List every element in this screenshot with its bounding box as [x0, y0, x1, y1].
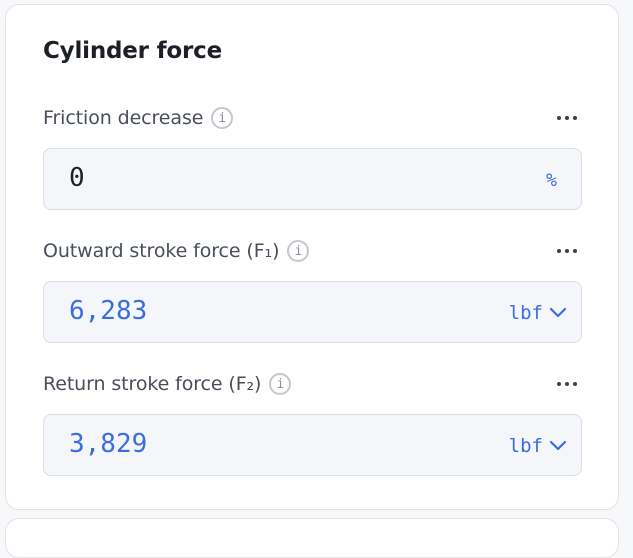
return-stroke-force-input[interactable]: 3,829 lbf	[43, 414, 582, 476]
next-card	[5, 518, 619, 558]
more-options-icon[interactable]	[552, 112, 582, 124]
outward-stroke-force-label: Outward stroke force (F₁)	[43, 240, 280, 262]
outward-stroke-force-value[interactable]: 6,283	[69, 296, 147, 326]
unit-label: lbf	[508, 435, 543, 457]
friction-decrease-label-row: Friction decrease i	[43, 103, 582, 133]
info-icon[interactable]: i	[287, 240, 310, 262]
return-stroke-force-unit-select[interactable]: lbf	[509, 431, 567, 461]
friction-decrease-value[interactable]: 0	[69, 163, 85, 193]
outward-stroke-force-unit-select[interactable]: lbf	[509, 298, 567, 328]
unit-label: lbf	[508, 302, 543, 324]
friction-decrease-label: Friction decrease	[43, 107, 204, 129]
friction-decrease-input[interactable]: 0 %	[43, 148, 582, 210]
chevron-down-icon	[549, 307, 567, 318]
cylinder-force-card: Cylinder force Friction decrease i 0 % O…	[5, 4, 619, 510]
more-options-icon[interactable]	[552, 378, 582, 390]
chevron-down-icon	[549, 440, 567, 451]
return-stroke-force-label: Return stroke force (F₂)	[43, 373, 262, 395]
friction-decrease-unit: %	[546, 170, 557, 191]
info-icon[interactable]: i	[269, 373, 292, 395]
return-stroke-force-value[interactable]: 3,829	[69, 429, 147, 459]
outward-stroke-force-input[interactable]: 6,283 lbf	[43, 281, 582, 343]
outward-stroke-force-label-row: Outward stroke force (F₁) i	[43, 236, 582, 266]
outward-stroke-force-field: Outward stroke force (F₁) i 6,283 lbf	[43, 236, 582, 343]
card-title: Cylinder force	[43, 38, 223, 64]
friction-decrease-field: Friction decrease i 0 %	[43, 103, 582, 210]
return-stroke-force-field: Return stroke force (F₂) i 3,829 lbf	[43, 369, 582, 476]
info-icon[interactable]: i	[211, 107, 234, 129]
return-stroke-force-label-row: Return stroke force (F₂) i	[43, 369, 582, 399]
more-options-icon[interactable]	[552, 245, 582, 257]
